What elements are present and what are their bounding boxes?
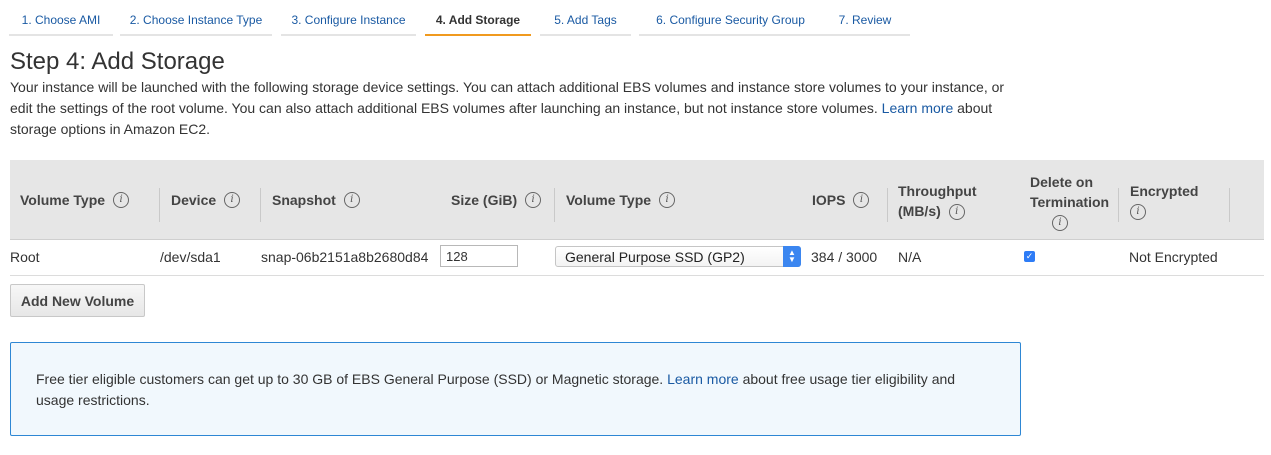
col-delete-label: Delete on Termination i [1030, 172, 1109, 232]
step-add-storage[interactable]: 4. Add Storage [425, 8, 531, 36]
col-iops-label: IOPS [812, 191, 846, 208]
info-icon[interactable]: i [853, 191, 870, 208]
col-ebs-volume-type: Volume Type i [555, 160, 800, 239]
col-iops: IOPS i [800, 160, 888, 239]
column-divider [1229, 188, 1230, 222]
info-icon[interactable]: i [525, 191, 542, 208]
col-device: Device i [160, 160, 261, 239]
storage-table-header: Volume Type i Device i Snapshot i Size (… [10, 160, 1264, 240]
col-volume-type-label: Volume Type [20, 191, 106, 208]
col-size-label: Size (GiB) [451, 191, 518, 208]
col-device-label: Device [171, 191, 217, 208]
volume-type-selected: General Purpose SSD (GP2) [565, 249, 745, 265]
cell-encrypted: Not Encrypted [1129, 249, 1218, 265]
checkmark-icon: ✓ [1025, 251, 1034, 261]
step-review[interactable]: 7. Review [820, 8, 910, 36]
cell-snapshot: snap-06b2151a8b2680d84 [261, 249, 429, 265]
page: 1. Choose AMI 2. Choose Instance Type 3.… [0, 0, 1271, 455]
learn-more-storage-link[interactable]: Learn more [882, 100, 954, 116]
col-encrypted-label-text: Encrypted [1130, 182, 1199, 199]
cell-device: /dev/sda1 [160, 249, 221, 265]
up-down-chevron-icon: ▲ ▼ [783, 246, 801, 267]
notice-text: Free tier eligible customers can get up … [36, 371, 664, 387]
intro-paragraph: Your instance will be launched with the … [10, 77, 1030, 140]
col-throughput-label-line1: Throughput [898, 182, 977, 199]
col-volume-type: Volume Type i [20, 160, 160, 239]
add-new-volume-button[interactable]: Add New Volume [10, 284, 145, 317]
cell-throughput: N/A [898, 249, 922, 265]
volume-type-select[interactable]: General Purpose SSD (GP2) ▲ ▼ [555, 246, 801, 267]
notice-text-block: Free tier eligible customers can get up … [36, 369, 996, 411]
col-throughput-label-line2: (MB/s) [898, 202, 941, 219]
table-row: Root /dev/sda1 snap-06b2151a8b2680d84 Ge… [10, 240, 1264, 276]
step-configure-security-group[interactable]: 6. Configure Security Group [639, 8, 822, 36]
step-configure-instance[interactable]: 3. Configure Instance [281, 8, 416, 36]
info-icon[interactable]: i [1130, 203, 1146, 220]
step-choose-ami[interactable]: 1. Choose AMI [9, 8, 113, 36]
col-snapshot-label: Snapshot [272, 191, 336, 208]
step-choose-instance-type[interactable]: 2. Choose Instance Type [120, 8, 272, 36]
cell-iops: 384 / 3000 [811, 249, 878, 265]
step-add-tags[interactable]: 5. Add Tags [540, 8, 631, 36]
col-snapshot: Snapshot i [261, 160, 439, 239]
info-icon[interactable]: i [948, 203, 965, 220]
cell-volume-type: Root [10, 249, 40, 265]
info-icon[interactable]: i [343, 191, 360, 208]
info-icon[interactable]: i [659, 191, 676, 208]
info-icon[interactable]: i [113, 191, 130, 208]
learn-more-free-tier-link[interactable]: Learn more [667, 371, 739, 387]
col-delete-info-wrap: i [1030, 212, 1109, 232]
col-encrypted-label: Encrypted i [1130, 181, 1198, 221]
col-encrypted-info-wrap: i [1130, 201, 1198, 221]
col-throughput-label: Throughput (MB/s) i [898, 181, 977, 221]
info-icon[interactable]: i [1052, 214, 1068, 231]
intro-text: Your instance will be launched with the … [10, 79, 1005, 116]
col-throughput-label-line2-wrap: (MB/s) i [898, 201, 977, 221]
page-title: Step 4: Add Storage [10, 48, 225, 75]
size-input[interactable] [440, 245, 518, 267]
delete-on-termination-checkbox[interactable]: ✓ [1024, 251, 1035, 262]
col-throughput: Throughput (MB/s) i [888, 160, 1020, 239]
info-icon[interactable]: i [224, 191, 241, 208]
col-delete-on-termination: Delete on Termination i [1020, 160, 1119, 239]
col-delete-label-line1: Delete on [1030, 173, 1094, 190]
col-delete-label-line2: Termination [1030, 193, 1110, 210]
col-ebs-volume-type-label: Volume Type [566, 191, 652, 208]
free-tier-notice: Free tier eligible customers can get up … [10, 342, 1021, 436]
col-size: Size (GiB) i [439, 160, 555, 239]
col-encrypted: Encrypted i [1119, 160, 1230, 239]
